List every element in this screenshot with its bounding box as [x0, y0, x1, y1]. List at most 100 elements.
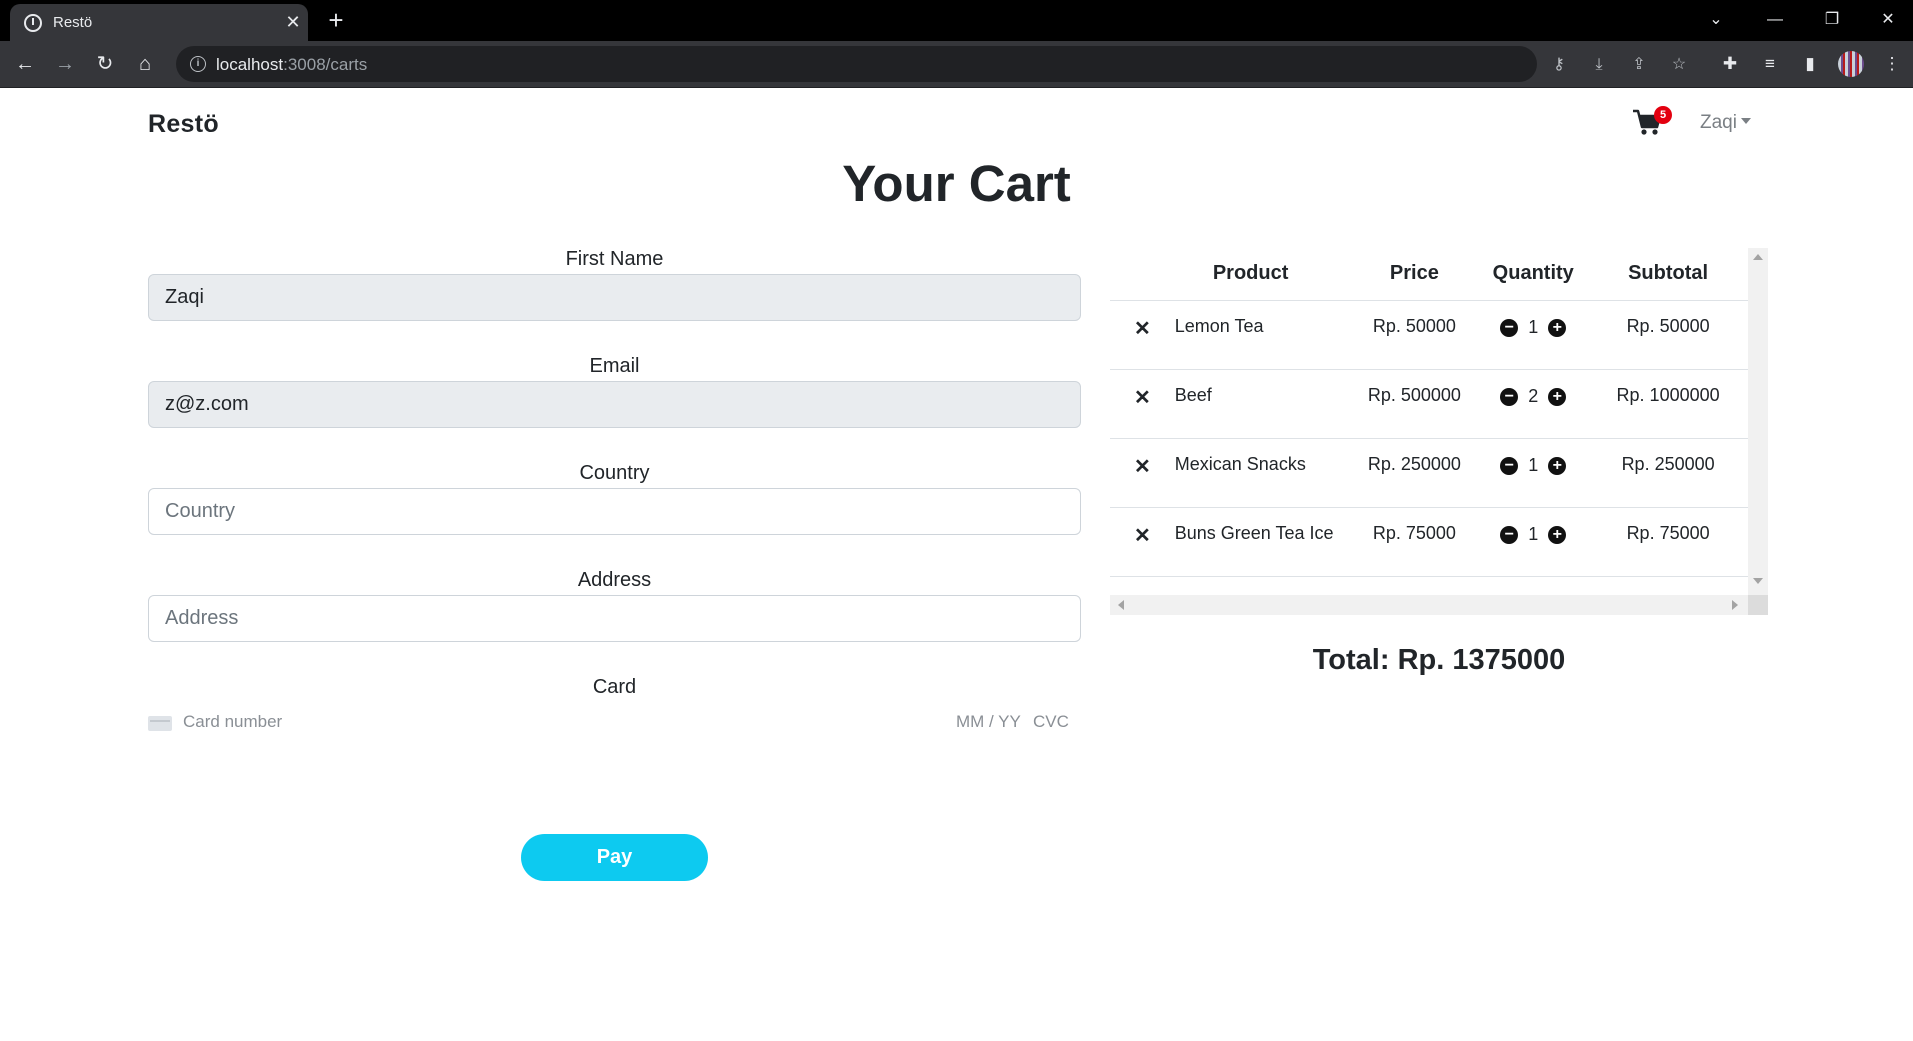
minus-circle-icon[interactable]: − — [1500, 456, 1519, 475]
plus-circle-icon[interactable]: + — [1548, 387, 1567, 406]
cart-count-badge: 5 — [1654, 106, 1672, 124]
table-row: ✕ Mexican Snacks Rp. 250000 −1 + Rp. 2500… — [1110, 438, 1748, 508]
cart-total: Total: Rp. 1375000 — [1312, 644, 1566, 676]
tab-favicon-icon — [24, 14, 42, 32]
address-label: Address — [577, 569, 652, 591]
scroll-right-arrow-icon[interactable] — [1732, 600, 1738, 610]
tab-title: Restö — [53, 14, 93, 31]
brand-logo[interactable]: Restö — [148, 110, 219, 139]
page-title: Your Cart — [842, 155, 1071, 212]
remove-item-icon[interactable]: ✕ — [1110, 438, 1151, 508]
first-name-label: First Name — [565, 248, 664, 270]
user-dropdown[interactable]: Zaqi — [1700, 112, 1751, 134]
side-panel-icon[interactable]: ▮ — [1798, 52, 1822, 76]
email-label: Email — [589, 355, 640, 377]
scroll-up-arrow-icon[interactable] — [1753, 254, 1763, 260]
forward-icon[interactable]: → — [51, 50, 79, 78]
site-info-icon[interactable]: i — [190, 56, 206, 72]
card-cvc-input[interactable]: CVC — [1033, 712, 1069, 732]
scrollbar-corner — [1748, 595, 1768, 615]
table-row: ✕ Buns Green Tea Ice Rp. 75000 −1 + Rp. 7… — [1110, 507, 1748, 577]
quantity-value: 1 — [1528, 455, 1539, 475]
minimize-icon[interactable]: — — [1759, 6, 1791, 34]
remove-column-header — [1110, 248, 1151, 301]
item-subtotal: Rp. 75000 — [1588, 507, 1748, 577]
minus-circle-icon[interactable]: − — [1500, 387, 1519, 406]
item-subtotal: Rp. 50000 — [1588, 300, 1748, 370]
cart-table: Product Price Quantity Subtotal ✕ Lemon … — [1110, 248, 1748, 577]
vertical-scrollbar[interactable] — [1748, 248, 1768, 595]
url-text[interactable]: localhost:3008/carts — [216, 55, 367, 75]
bookmark-star-icon[interactable]: ☆ — [1668, 54, 1690, 76]
address-bar[interactable]: i localhost:3008/carts ⚷ ⤓ ⇪ ☆ — [176, 46, 1686, 82]
product-price: Rp. 75000 — [1350, 507, 1479, 577]
country-field[interactable] — [148, 488, 1081, 535]
browser-tab[interactable]: Restö ✕ — [10, 4, 308, 41]
quantity-stepper: −1 + — [1478, 507, 1589, 577]
cart-table-scroll-area[interactable]: Product Price Quantity Subtotal ✕ Lemon … — [1110, 248, 1748, 595]
country-label: Country — [579, 462, 650, 484]
quantity-value: 1 — [1528, 317, 1539, 337]
plus-circle-icon[interactable]: + — [1548, 318, 1567, 337]
profile-avatar[interactable] — [1838, 51, 1864, 77]
page-content: Restö 5 Zaqi Your Cart First Name Email … — [0, 88, 1913, 1041]
user-name: Zaqi — [1700, 112, 1737, 133]
pay-button[interactable]: Pay — [521, 834, 708, 881]
quantity-value: 1 — [1528, 524, 1539, 544]
card-expiry-input[interactable]: MM / YY — [956, 712, 1021, 732]
product-name: Buns Green Tea Ice — [1150, 507, 1351, 577]
product-column-header: Product — [1150, 248, 1351, 301]
quantity-stepper: −2 + — [1478, 369, 1589, 439]
url-path: :3008/carts — [283, 55, 368, 74]
window-close-icon[interactable]: ✕ — [1872, 6, 1904, 34]
scroll-left-arrow-icon[interactable] — [1118, 600, 1124, 610]
key-icon[interactable]: ⚷ — [1548, 54, 1570, 76]
scroll-down-arrow-icon[interactable] — [1753, 578, 1763, 584]
table-row: ✕ Lemon Tea Rp. 50000 −1 + Rp. 50000 — [1110, 300, 1748, 370]
quantity-stepper: −1 + — [1478, 438, 1589, 508]
table-header-row: Product Price Quantity Subtotal — [1110, 248, 1748, 301]
remove-item-icon[interactable]: ✕ — [1110, 507, 1151, 577]
home-icon[interactable]: ⌂ — [131, 50, 159, 78]
extensions-icon[interactable]: ✚ — [1718, 52, 1742, 76]
restore-icon[interactable]: ❐ — [1816, 6, 1848, 34]
product-name: Beef — [1150, 369, 1351, 439]
quantity-stepper: −1 + — [1478, 300, 1589, 370]
browser-menu-icon[interactable]: ⋮ — [1880, 52, 1904, 76]
horizontal-scrollbar[interactable] — [1110, 595, 1748, 615]
plus-circle-icon[interactable]: + — [1548, 525, 1567, 544]
minus-circle-icon[interactable]: − — [1500, 318, 1519, 337]
card-element[interactable]: Card number MM / YY CVC — [148, 708, 1081, 736]
table-row: ✕ Beef Rp. 500000 −2 + Rp. 1000000 — [1110, 369, 1748, 439]
browser-tab-bar: Restö ✕ + ⌄ — ❐ ✕ — [0, 0, 1913, 41]
item-subtotal: Rp. 250000 — [1588, 438, 1748, 508]
product-name: Lemon Tea — [1150, 300, 1351, 370]
cart-button[interactable]: 5 — [1632, 106, 1672, 138]
new-tab-button[interactable]: + — [322, 7, 350, 35]
product-price: Rp. 250000 — [1350, 438, 1479, 508]
email-field[interactable] — [148, 381, 1081, 428]
address-field[interactable] — [148, 595, 1081, 642]
share-icon[interactable]: ⇪ — [1628, 54, 1650, 76]
quantity-value: 2 — [1528, 386, 1539, 406]
item-subtotal: Rp. 1000000 — [1588, 369, 1748, 439]
back-icon[interactable]: ← — [11, 50, 39, 78]
minus-circle-icon[interactable]: − — [1500, 525, 1519, 544]
first-name-field[interactable] — [148, 274, 1081, 321]
remove-item-icon[interactable]: ✕ — [1110, 369, 1151, 439]
browser-toolbar: ← → ↻ ⌂ i localhost:3008/carts ⚷ ⤓ ⇪ ☆ ✚… — [0, 41, 1913, 88]
card-number-input[interactable]: Card number — [183, 712, 282, 732]
caret-down-icon — [1740, 118, 1751, 124]
reload-icon[interactable]: ↻ — [91, 50, 119, 78]
product-price: Rp. 50000 — [1350, 300, 1479, 370]
media-queue-icon[interactable]: ≡ — [1758, 52, 1782, 76]
card-label: Card — [592, 676, 637, 698]
remove-item-icon[interactable]: ✕ — [1110, 300, 1151, 370]
price-column-header: Price — [1350, 248, 1479, 301]
url-host: localhost — [216, 55, 284, 74]
plus-circle-icon[interactable]: + — [1548, 456, 1567, 475]
tab-search-icon[interactable]: ⌄ — [1700, 6, 1732, 34]
credit-card-icon — [148, 716, 172, 731]
tab-close-icon[interactable]: ✕ — [282, 11, 304, 33]
install-icon[interactable]: ⤓ — [1588, 54, 1610, 76]
